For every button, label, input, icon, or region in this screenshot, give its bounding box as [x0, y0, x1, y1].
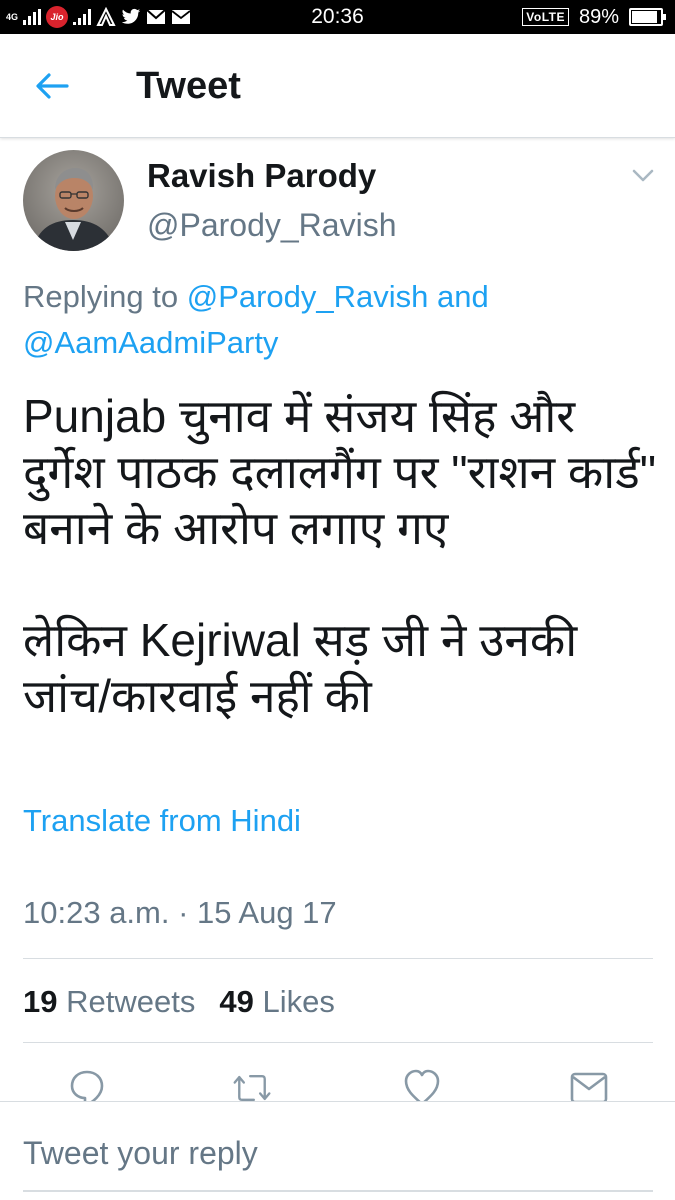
heart-icon: [404, 1069, 440, 1102]
more-options-button[interactable]: [628, 162, 658, 190]
replying-to: Replying to @Parody_Ravish and @AamAadmi…: [23, 274, 663, 366]
translate-link[interactable]: Translate from Hindi: [23, 801, 301, 841]
like-button[interactable]: [402, 1068, 442, 1102]
envelope-icon: [570, 1072, 608, 1102]
reply-button[interactable]: [67, 1068, 107, 1102]
battery-icon: [629, 8, 666, 26]
battery-percent: 89%: [578, 5, 619, 28]
page-title: Tweet: [136, 65, 241, 107]
battery-fill: [632, 11, 657, 23]
replying-mention-parody-ravish[interactable]: @Parody_Ravish: [187, 279, 429, 314]
avatar-image: [23, 150, 124, 251]
reply-input-underline: [23, 1190, 653, 1192]
tweet-text-paragraph-1: Punjab चुनाव में संजय सिंह और दुर्गेश पा…: [23, 390, 657, 554]
direct-message-button[interactable]: [569, 1068, 609, 1102]
likes-stat[interactable]: 49 Likes: [219, 982, 334, 1022]
replying-and[interactable]: and: [437, 279, 489, 314]
avatar[interactable]: [23, 150, 124, 251]
like-label: Likes: [262, 984, 335, 1019]
arrow-left-icon: [36, 73, 69, 99]
status-bar: 4G Jio 20:36 VoLTE 89%: [0, 0, 675, 34]
replying-mention-aamaadmiparty[interactable]: @AamAadmiParty: [23, 325, 278, 360]
like-count: 49: [219, 984, 254, 1019]
tweet-timestamp: 10:23 a.m. · 15 Aug 17: [23, 895, 337, 930]
author-name[interactable]: Ravish Parody: [147, 156, 376, 196]
tweet-text-paragraph-2: लेकिन Kejriwal सड़ जी ने उनकी जांच/कारवा…: [23, 614, 578, 722]
divider: [23, 958, 653, 959]
reply-bar: [0, 1101, 675, 1200]
reply-input[interactable]: [23, 1130, 653, 1176]
tweet-actions: [0, 1062, 675, 1102]
volte-badge: VoLTE: [522, 8, 569, 26]
back-button[interactable]: [30, 66, 74, 106]
author-handle[interactable]: @Parody_Ravish: [147, 205, 396, 245]
divider: [23, 1042, 653, 1043]
tweet-stats: 19 Retweets 49 Likes: [23, 982, 335, 1022]
retweet-count: 19: [23, 984, 58, 1019]
status-right: VoLTE 89%: [522, 5, 666, 29]
chevron-down-icon: [632, 169, 654, 182]
replying-prefix: Replying to: [23, 279, 179, 314]
reply-icon: [70, 1070, 104, 1102]
retweets-stat[interactable]: 19 Retweets: [23, 982, 195, 1022]
retweet-label: Retweets: [66, 984, 196, 1019]
tweet-text: Punjab चुनाव में संजय सिंह और दुर्गेश पा…: [23, 388, 668, 724]
retweet-icon: [233, 1074, 271, 1101]
retweet-button[interactable]: [232, 1068, 272, 1102]
app-header: Tweet: [0, 34, 675, 138]
